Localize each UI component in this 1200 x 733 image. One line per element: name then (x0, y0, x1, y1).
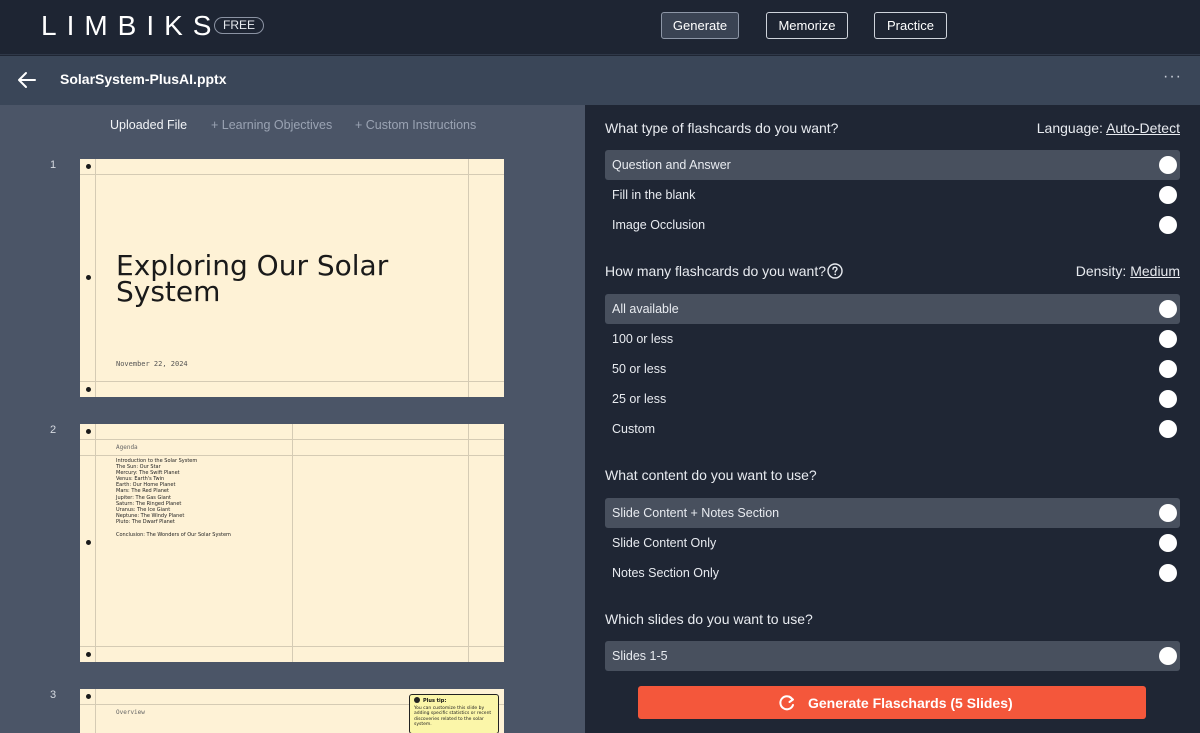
option-label: Slide Content Only (612, 536, 717, 550)
option-slides-range[interactable]: Slides 1-5 (605, 641, 1180, 671)
option-custom[interactable]: Custom (605, 414, 1180, 444)
radio-button[interactable] (1159, 186, 1177, 204)
tip-body: You can customize this slide by adding s… (414, 706, 492, 728)
flashcard-count-question: How many flashcards do you want? (605, 263, 826, 279)
radio-button[interactable] (1159, 216, 1177, 234)
language-label: Language: (1036, 120, 1107, 136)
flashcard-options-panel: What type of flashcards do you want? Lan… (585, 105, 1200, 733)
agenda-list: Introduction to the Solar System The Sun… (116, 458, 197, 525)
slide-thumbnail-3[interactable]: Overview Plus tip: You can customize thi… (80, 689, 504, 733)
language-link[interactable]: Auto-Detect (1106, 120, 1180, 136)
radio-button[interactable] (1159, 647, 1177, 665)
option-label: 25 or less (612, 392, 667, 406)
option-slide-content-and-notes[interactable]: Slide Content + Notes Section (605, 498, 1180, 528)
option-image-occlusion[interactable]: Image Occlusion (605, 210, 1180, 240)
option-slide-content-only[interactable]: Slide Content Only (605, 528, 1180, 558)
option-label: Fill in the blank (612, 188, 696, 202)
refresh-icon (779, 695, 794, 711)
slide-number: 2 (50, 424, 57, 436)
radio-button[interactable] (1159, 420, 1177, 438)
generate-flashcards-button[interactable]: Generate Flaschards (5 Slides) (638, 686, 1146, 719)
slide-number: 3 (50, 689, 57, 701)
option-all-available[interactable]: All available (605, 294, 1180, 324)
slides-question: Which slides do you want to use? (605, 611, 813, 627)
generate-nav-button[interactable]: Generate (661, 12, 739, 39)
tab-learning-objectives[interactable]: + Learning Objectives (211, 118, 332, 132)
option-label: 50 or less (612, 362, 667, 376)
practice-nav-button[interactable]: Practice (874, 12, 947, 39)
radio-button[interactable] (1159, 504, 1177, 522)
slides-preview-panel: Uploaded File + Learning Objectives + Cu… (0, 105, 585, 733)
option-25-or-less[interactable]: 25 or less (605, 384, 1180, 414)
density-label: Density: (1075, 263, 1131, 279)
tip-title: Plus tip: (414, 697, 494, 704)
slide-thumbnail-2[interactable]: Agenda Introduction to the Solar System … (80, 424, 504, 662)
option-label: Slides 1-5 (612, 649, 668, 663)
option-fill-in-the-blank[interactable]: Fill in the blank (605, 180, 1180, 210)
slide-date: November 22, 2024 (116, 360, 188, 368)
option-label: All available (612, 302, 679, 316)
radio-button[interactable] (1159, 390, 1177, 408)
more-options-icon[interactable]: ··· (1163, 68, 1182, 86)
slide-heading: Overview (116, 709, 145, 716)
radio-button[interactable] (1159, 360, 1177, 378)
slide-number: 1 (50, 159, 57, 171)
plus-tip-note: Plus tip: You can customize this slide b… (409, 694, 499, 733)
top-navigation: LIMBIKS FREE Generate Memorize Practice (0, 0, 1200, 55)
content-question: What content do you want to use? (605, 467, 817, 483)
limbiks-logo[interactable]: LIMBIKS (41, 10, 221, 42)
radio-button[interactable] (1159, 156, 1177, 174)
flashcard-type-question: What type of flashcards do you want? (605, 120, 839, 136)
help-icon[interactable] (827, 263, 843, 279)
agenda-conclusion: Conclusion: The Wonders of Our Solar Sys… (116, 532, 231, 538)
slide-title: Exploring Our Solar System (116, 249, 389, 308)
density-setting: Density: Medium (1076, 263, 1180, 279)
option-notes-section-only[interactable]: Notes Section Only (605, 558, 1180, 588)
tab-uploaded-file[interactable]: Uploaded File (110, 118, 187, 132)
agenda-item: Pluto: The Dwarf Planet (116, 518, 175, 525)
back-arrow-icon[interactable] (16, 69, 38, 91)
option-label: Notes Section Only (612, 566, 719, 580)
language-setting: Language: Auto-Detect (1037, 120, 1180, 136)
radio-button[interactable] (1159, 564, 1177, 582)
slide-thumbnail-1[interactable]: Exploring Our Solar System November 22, … (80, 159, 504, 397)
option-question-and-answer[interactable]: Question and Answer (605, 150, 1180, 180)
radio-button[interactable] (1159, 534, 1177, 552)
option-100-or-less[interactable]: 100 or less (605, 324, 1180, 354)
radio-button[interactable] (1159, 330, 1177, 348)
density-link[interactable]: Medium (1130, 263, 1180, 279)
tab-custom-instructions[interactable]: + Custom Instructions (355, 118, 476, 132)
option-label: Question and Answer (612, 158, 731, 172)
option-50-or-less[interactable]: 50 or less (605, 354, 1180, 384)
generate-flashcards-label: Generate Flaschards (5 Slides) (808, 695, 1013, 711)
file-name: SolarSystem-PlusAI.pptx (60, 71, 227, 87)
radio-button[interactable] (1159, 300, 1177, 318)
slide-heading: Agenda (116, 444, 138, 451)
option-label: 100 or less (612, 332, 674, 346)
option-label: Custom (612, 422, 656, 436)
file-header-bar: SolarSystem-PlusAI.pptx ··· (0, 56, 1200, 105)
option-label: Image Occlusion (612, 218, 706, 232)
plan-badge: FREE (214, 17, 265, 34)
memorize-nav-button[interactable]: Memorize (766, 12, 848, 39)
option-label: Slide Content + Notes Section (612, 506, 780, 520)
